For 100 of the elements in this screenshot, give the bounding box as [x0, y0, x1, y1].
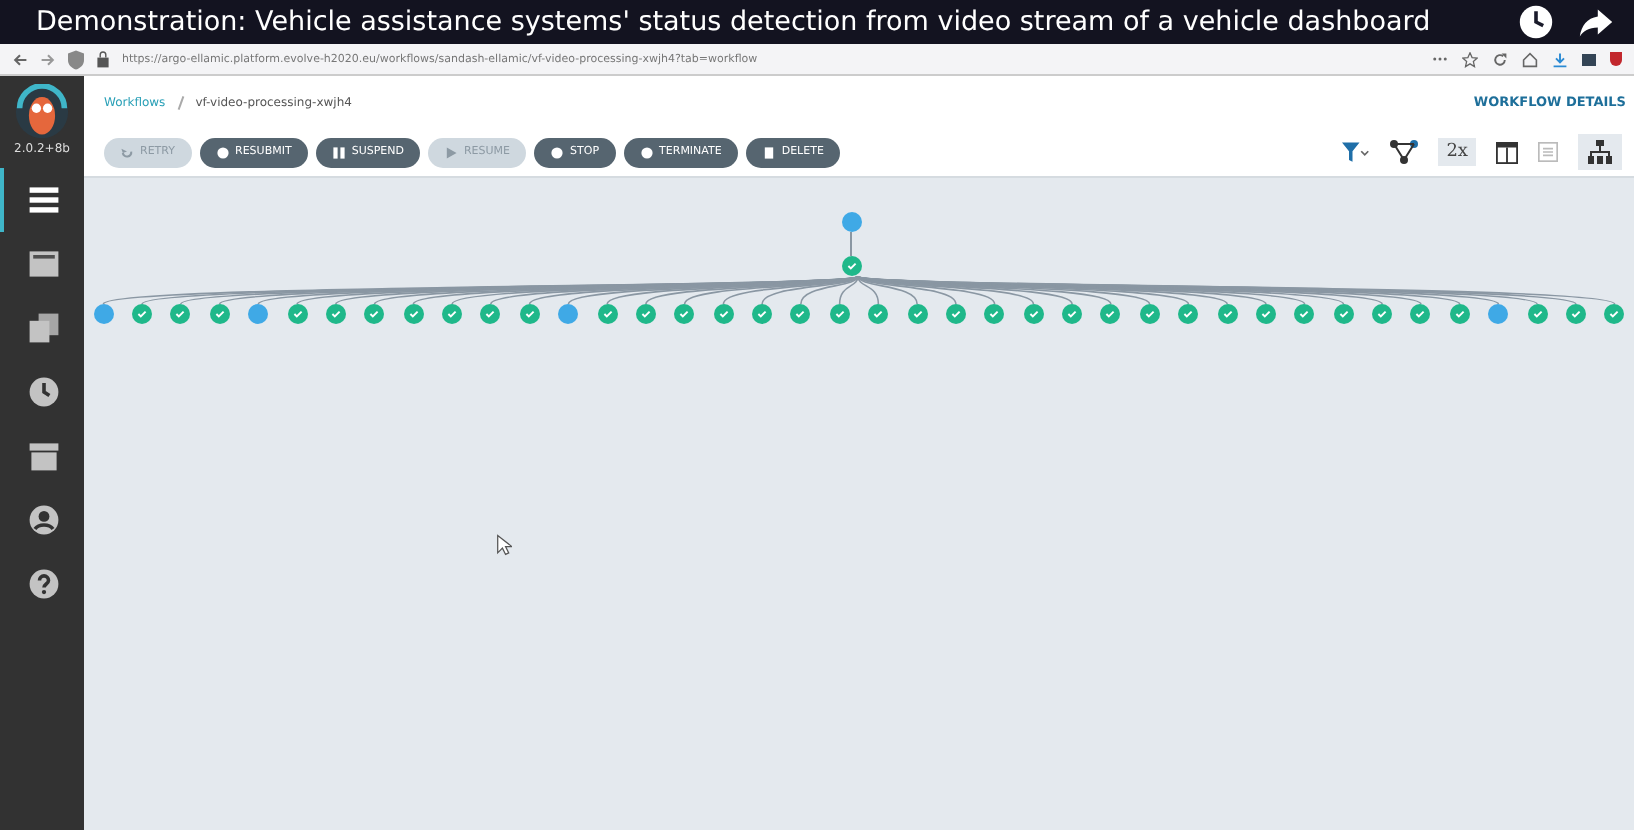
back-icon[interactable]	[12, 51, 28, 67]
check-icon	[756, 308, 769, 320]
user-icon	[26, 502, 62, 538]
forward-icon[interactable]	[40, 51, 56, 67]
check-icon	[601, 308, 614, 320]
graph-layout-icon[interactable]	[1390, 140, 1419, 164]
workflow-node[interactable]	[1410, 304, 1431, 324]
workflow-node[interactable]	[519, 304, 540, 324]
shield-extension-icon[interactable]	[1610, 52, 1622, 66]
check-icon	[1221, 308, 1234, 320]
workflow-node[interactable]	[868, 304, 889, 324]
workflow-node[interactable]	[325, 304, 346, 324]
workflow-node[interactable]	[1178, 304, 1199, 324]
more-icon[interactable]	[1432, 56, 1448, 62]
check-icon	[1531, 308, 1544, 320]
workflow-node[interactable]	[635, 304, 656, 324]
workflow-node[interactable]	[597, 304, 618, 324]
workflow-node[interactable]	[1100, 304, 1121, 324]
window-icon	[26, 246, 62, 282]
filter-icon[interactable]	[1342, 141, 1371, 163]
workflow-node[interactable]	[132, 304, 153, 324]
download-icon[interactable]	[1552, 51, 1568, 67]
check-icon	[1027, 308, 1040, 320]
check-icon	[1298, 308, 1311, 320]
clock-icon	[26, 374, 62, 410]
workflow-node[interactable]	[790, 304, 811, 324]
dot-icon	[639, 145, 654, 159]
workflow-node[interactable]	[752, 304, 773, 324]
workflow-node[interactable]	[674, 304, 695, 324]
workflow-node[interactable]	[1255, 304, 1276, 324]
workflow-node[interactable]	[1294, 304, 1315, 324]
table-icon[interactable]	[1496, 141, 1518, 163]
archive-box-icon	[26, 438, 62, 474]
check-icon	[833, 308, 846, 320]
workflow-node[interactable]	[1217, 304, 1238, 324]
check-icon	[845, 260, 857, 272]
list-view-icon[interactable]	[1538, 142, 1558, 162]
workflow-node[interactable]	[364, 304, 385, 324]
check-icon	[911, 308, 924, 320]
workflow-node[interactable]	[945, 304, 966, 324]
check-icon	[794, 308, 807, 320]
workflow-node[interactable]	[1604, 304, 1625, 324]
mouse-cursor-icon	[496, 534, 512, 556]
workflow-node[interactable]	[841, 212, 861, 232]
pause-icon	[331, 145, 346, 159]
workflow-node[interactable]	[1062, 304, 1083, 324]
check-icon	[1453, 308, 1466, 320]
workflow-node[interactable]	[1565, 304, 1586, 324]
workflow-node[interactable]	[209, 304, 230, 324]
check-icon	[1066, 308, 1079, 320]
check-icon	[1376, 308, 1389, 320]
workflow-node[interactable]	[1023, 304, 1044, 324]
check-icon	[1337, 308, 1350, 320]
workflow-node[interactable]	[1488, 304, 1509, 324]
check-icon	[1608, 308, 1621, 320]
workflow-node[interactable]	[829, 304, 850, 324]
reload-icon[interactable]	[1492, 51, 1508, 67]
video-title: Demonstration: Vehicle assistance systems' status detection from video stream of a vehicle dashboard	[36, 6, 1433, 38]
check-icon	[1104, 308, 1117, 320]
workflow-node[interactable]	[841, 256, 861, 276]
workflow-node[interactable]	[170, 304, 191, 324]
workflow-node[interactable]	[558, 304, 579, 324]
workflow-node[interactable]	[1372, 304, 1393, 324]
check-icon	[1569, 308, 1582, 320]
check-icon	[329, 308, 342, 320]
check-icon	[988, 308, 1001, 320]
zoom-toggle[interactable]: 2x	[1438, 138, 1476, 166]
play-icon	[443, 145, 458, 159]
workflow-node[interactable]	[713, 304, 734, 324]
workflow-node[interactable]	[287, 304, 308, 324]
check-icon	[213, 308, 226, 320]
lock-icon	[96, 50, 110, 68]
share-arrow-icon[interactable]	[1578, 4, 1614, 40]
workflow-node[interactable]	[480, 304, 501, 324]
workflow-node[interactable]	[442, 304, 463, 324]
extension-icon[interactable]	[1582, 53, 1596, 65]
workflow-node[interactable]	[984, 304, 1005, 324]
star-icon[interactable]	[1462, 51, 1478, 67]
home-icon[interactable]	[1522, 51, 1538, 67]
workflow-node[interactable]	[907, 304, 928, 324]
shield-icon	[68, 49, 84, 69]
workflow-node[interactable]	[1449, 304, 1470, 324]
check-icon	[174, 308, 187, 320]
dot-icon	[215, 145, 229, 159]
workflow-node[interactable]	[248, 304, 269, 324]
check-icon	[1143, 308, 1156, 320]
workflow-node[interactable]	[403, 304, 424, 324]
workflow-node[interactable]	[1527, 304, 1548, 324]
tree-view-button[interactable]	[1578, 134, 1622, 170]
check-icon	[872, 308, 885, 320]
check-icon	[717, 308, 730, 320]
workflow-node[interactable]	[93, 304, 114, 324]
workflow-node[interactable]	[1333, 304, 1354, 324]
check-icon	[949, 308, 962, 320]
clock-icon[interactable]	[1518, 4, 1554, 40]
mascot-logo-icon[interactable]	[14, 84, 70, 140]
list-icon	[26, 182, 62, 218]
help-icon	[26, 566, 62, 602]
check-icon	[368, 308, 381, 320]
workflow-node[interactable]	[1139, 304, 1160, 324]
